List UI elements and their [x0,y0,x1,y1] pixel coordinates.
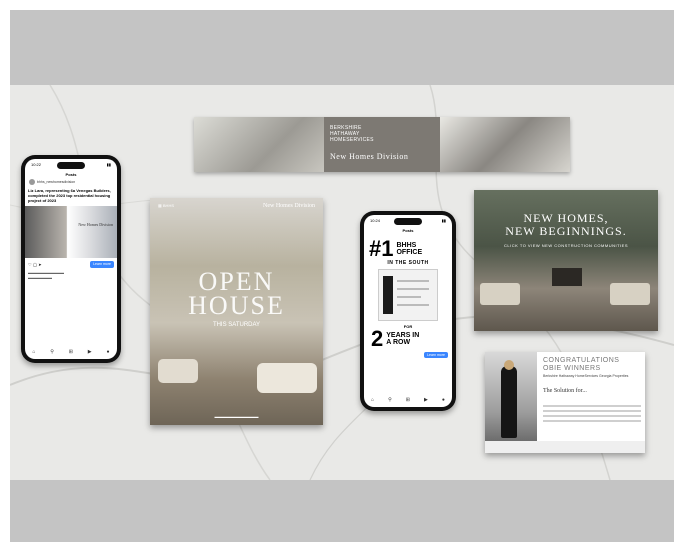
top-gray-band [10,10,674,85]
congrats-footer [485,441,645,453]
phone1-ad-image: New Homes Division [25,206,117,258]
banner-division: New Homes Division [330,152,409,161]
home-icon[interactable]: ⌂ [371,397,374,403]
phone2-notch [394,218,422,225]
detail-line [543,420,641,422]
banner-brand-panel: BERKSHIRE HATHAWAY HOMESERVICES New Home… [324,117,440,172]
phone1-nav-bar: ⌂ ⚲ ⊞ ▶ ● [25,349,117,355]
reels-icon[interactable]: ▶ [88,349,92,355]
new-homes-title-line2: NEW BEGINNINGS. [505,224,627,238]
phone1-caption: ▬▬▬▬▬▬▬▬▬ ▬▬▬▬▬▬ [28,270,64,280]
home-icon[interactable]: ⌂ [32,349,35,355]
battery-icon: ▮▮ [441,218,446,223]
flyer-logo: ▦ BHHS [158,203,175,208]
outdoor-chair [610,283,650,305]
cert-line [397,304,429,306]
phone1-action-row: ♡ ◯ ➤ Learn more [25,260,117,269]
phone1-header: Posts [65,172,77,177]
flyer-title-line2: HOUSE [188,291,285,320]
agent-figure [501,366,517,438]
flyer-subtitle: THIS SATURDAY [212,322,261,328]
rank-number: #1 [369,236,394,261]
years-number: 2 [371,326,384,351]
years-line1: YEARS IN [386,332,420,339]
learn-more-button[interactable]: Learn more [90,261,114,268]
phone1-notch [57,162,85,169]
phone2-time: 10:24 [370,218,381,223]
detail-line [543,415,641,417]
new-homes-title: NEW HOMES, NEW BEGINNINGS. [474,212,658,238]
flyer-chair [158,359,198,383]
reels-icon[interactable]: ▶ [424,397,428,403]
web-banner-ad: BERKSHIRE HATHAWAY HOMESERVICES New Home… [194,117,570,172]
rank-line2: OFFICE [396,249,423,256]
flyer-header: ▦ BHHS New Homes Division [150,198,323,214]
avatar [29,179,35,185]
congrats-title: CONGRATULATIONS OBIE WINNERS [543,357,619,373]
phone1-headline: Liz Lara, representing 6a Venegas Builde… [28,188,111,203]
phone1-time: 10:22 [31,162,42,167]
new-homes-ad: NEW HOMES, NEW BEGINNINGS. CLICK TO VIEW… [474,190,658,331]
phone2-screen: 10:24 ▮▮ Posts #1 BHHS OFFICE IN THE SOU… [364,215,452,407]
award-plaque [383,276,393,314]
detail-line [543,405,641,407]
rank-line1: BHHS [396,242,417,249]
rank-text: BHHS OFFICE [396,242,422,256]
phone2-header: Posts [402,228,414,233]
phone1-screen: 10:22 ▮▮ Posts bhhs_newhomesdivision Liz… [25,159,117,359]
learn-more-button[interactable]: Learn more [424,352,448,358]
phone-mockup-instagram-post: 10:22 ▮▮ Posts bhhs_newhomesdivision Liz… [21,155,121,363]
outdoor-chair [480,283,520,305]
add-icon[interactable]: ⊞ [69,349,73,355]
phone1-account-row: bhhs_newhomesdivision [25,177,117,187]
congrats-title-line1: CONGRATULATIONS [543,357,620,364]
agent-photo [485,352,537,453]
open-house-flyer: ▦ BHHS New Homes Division OPEN HOUSE THI… [150,198,323,425]
congrats-details [543,402,641,425]
congrats-subtitle: Berkshire Hathaway HomeServices Georgia … [543,374,629,378]
new-homes-subtitle: CLICK TO VIEW NEW CONSTRUCTION COMMUNITI… [504,243,628,248]
fireplace [552,268,582,286]
award-certificate [378,269,438,321]
rank-row: #1 BHHS OFFICE [364,233,452,261]
years-row: 2 YEARS IN A ROW [364,326,452,351]
cert-line [397,280,429,282]
canvas: BERKSHIRE HATHAWAY HOMESERVICES New Home… [0,0,684,551]
agent-head [504,360,514,370]
flyer-title: OPEN HOUSE [150,269,323,320]
congrats-solution: The Solution for... [543,388,587,394]
cert-line [397,296,421,298]
bottom-gray-band [10,480,674,542]
phone-mockup-award-post: 10:24 ▮▮ Posts #1 BHHS OFFICE IN THE SOU… [360,211,456,411]
heart-icon[interactable]: ♡ ◯ ➤ [28,262,42,267]
banner-interior-photo [194,117,324,172]
banner-kitchen-photo [440,117,570,172]
profile-icon[interactable]: ● [106,349,109,355]
phone1-division: New Homes Division [78,222,113,227]
flyer-sofa [257,363,317,393]
profile-icon[interactable]: ● [442,397,445,403]
search-icon[interactable]: ⚲ [50,349,54,355]
phone2-nav-bar: ⌂ ⚲ ⊞ ▶ ● [364,397,452,403]
flyer-division: New Homes Division [263,203,315,209]
years-text: YEARS IN A ROW [386,332,419,346]
cert-line [397,288,429,290]
banner-brand-line3: HOMESERVICES [330,137,374,143]
battery-icon: ▮▮ [106,162,111,167]
detail-line [543,410,641,412]
years-line2: A ROW [386,339,411,346]
add-icon[interactable]: ⊞ [406,397,410,403]
search-icon[interactable]: ⚲ [388,397,392,403]
congrats-title-line2: OBIE WINNERS [543,365,601,372]
congratulations-card: CONGRATULATIONS OBIE WINNERS Berkshire H… [485,352,645,453]
flyer-footer: ▬▬▬▬▬▬▬▬▬▬▬ [214,414,259,419]
phone1-username: bhhs_newhomesdivision [37,180,76,184]
